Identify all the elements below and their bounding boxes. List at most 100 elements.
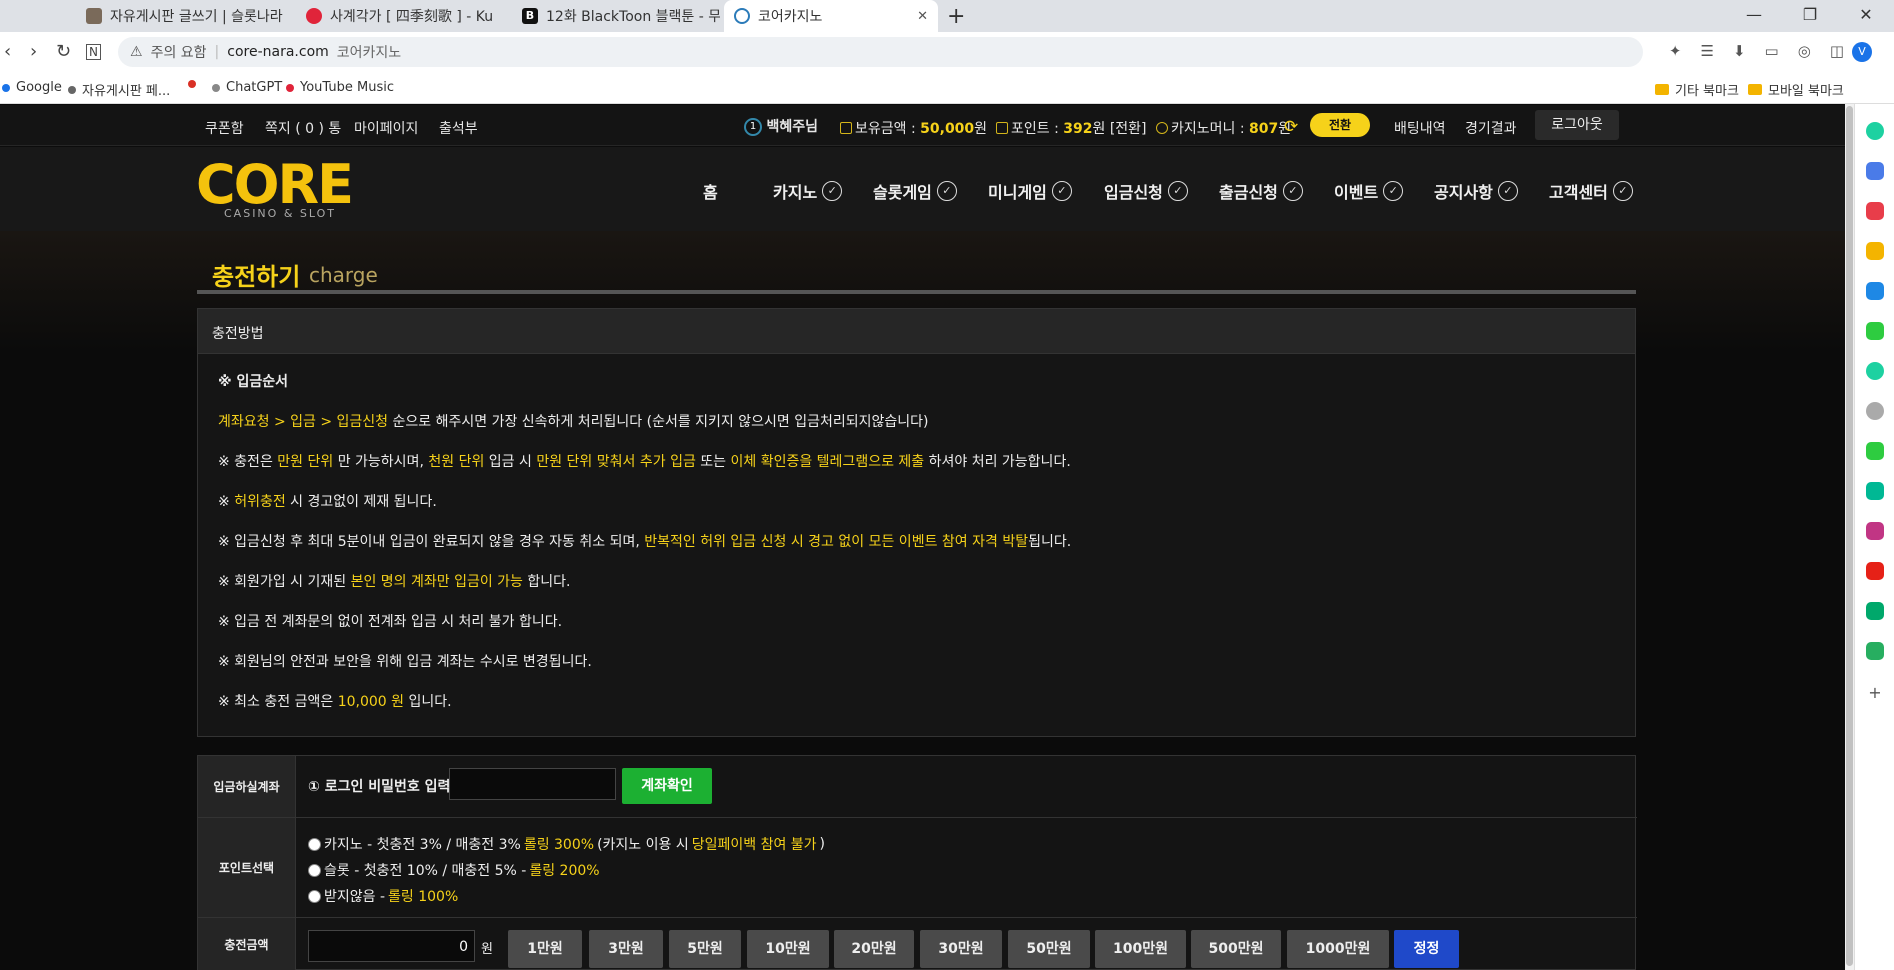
n-extension-icon[interactable]: N [86,44,101,60]
new-tab-button[interactable]: + [947,4,965,29]
tab-sagyegakga[interactable]: 사계각가 [ 四季刻歌 ] - Ku [296,0,506,32]
amount-10m-button[interactable]: 1000만원 [1287,930,1389,968]
music-icon[interactable] [1866,362,1884,380]
bookmark-folder-other[interactable]: 기타 북마크 [1655,80,1739,99]
point-display[interactable]: 포인트 : 392원 [전환] [996,118,1147,138]
youtube-icon[interactable] [1866,562,1884,580]
point-option-none[interactable]: 받지않음 - 롤링 100% [308,886,458,906]
red-dot-icon [188,80,196,88]
refresh-icon[interactable]: ⟳ [1284,117,1298,137]
wallet-icon[interactable] [1866,162,1884,180]
nav-minigame[interactable]: 미니게임 ✓ [988,179,1072,203]
nav-withdraw[interactable]: 출금신청 ✓ [1219,179,1303,203]
nav-notice[interactable]: 공지사항 ✓ [1434,179,1518,203]
radio-none[interactable] [308,889,321,903]
scroll-thumb[interactable] [1846,106,1853,966]
logout-button[interactable]: 로그아웃 [1535,110,1619,140]
amount-1m-button[interactable]: 100만원 [1095,930,1186,968]
amount-500k-button[interactable]: 50만원 [1008,930,1090,968]
point-option-slot[interactable]: 슬롯 - 첫충전 10% / 매충전 5% - 롤링 200% [308,860,600,880]
swap-button[interactable]: 전환 [1310,113,1370,137]
account-label: 입금하실계좌 [198,756,296,817]
radio-slot[interactable] [308,863,321,877]
minimize-icon[interactable]: — [1726,0,1782,32]
nav-deposit[interactable]: 입금신청 ✓ [1104,179,1188,203]
account-check-button[interactable]: 계좌확인 [622,768,712,804]
mypage-link[interactable]: 마이페이지 [354,118,418,138]
radio-casino[interactable] [308,837,321,851]
reload-icon[interactable]: ↻ [56,41,71,62]
amount-5m-button[interactable]: 500만원 [1191,930,1281,968]
forward-icon[interactable]: › [30,41,37,62]
point-row: 포인트선택 카지노 - 첫충전 3% / 매충전 3% 롤링 300% (카지노… [198,818,1637,918]
back-icon[interactable]: ‹ [4,41,11,62]
amount-50k-button[interactable]: 5만원 [669,930,741,968]
core-logo[interactable]: CORE CASINO & SLOT [196,153,366,221]
user-info: 1 백혜주님 [744,116,818,136]
bookmark-google[interactable]: Google [2,80,62,95]
charge-form: 입금하실계좌 ① 로그인 비밀번호 입력 계좌확인 포인트선택 카지노 - 첫충… [197,755,1637,970]
wallet-icon [840,122,852,134]
amount-200k-button[interactable]: 20만원 [834,930,914,968]
amount-100k-button[interactable]: 10만원 [747,930,829,968]
bookmark-folder-mobile[interactable]: 모바일 북마크 [1748,80,1844,99]
password-prompt: ① 로그인 비밀번호 입력 [308,779,451,795]
line-icon[interactable] [1866,322,1884,340]
site-favicon-icon [86,8,102,24]
main-nav: CORE CASINO & SLOT 홈 카지노 ✓ 슬롯게임 ✓ 미니게임 ✓ 입금… [0,147,1845,231]
point-option-casino[interactable]: 카지노 - 첫충전 3% / 매충전 3% 롤링 300% (카지노 이용 시 … [308,834,825,854]
nav-home[interactable]: 홈 [703,179,718,203]
download-icon[interactable]: ⬇ [1733,42,1746,60]
tab-blacktoon[interactable]: B 12화 BlackToon 블랙툰 - 무료 [512,0,720,32]
nav-support[interactable]: 고객센터 ✓ [1549,179,1633,203]
play-icon[interactable] [1866,482,1884,500]
stocks-icon[interactable] [1866,602,1884,620]
instagram-icon[interactable] [1866,522,1884,540]
page-scrollbar[interactable] [1845,104,1854,970]
close-icon[interactable]: ✕ [917,9,928,24]
check-circle-icon: ✓ [936,181,957,201]
profile-avatar[interactable]: V [1852,42,1872,62]
window-close-icon[interactable]: ✕ [1838,0,1894,32]
favorites-icon[interactable] [1866,242,1884,260]
tab-freeboard[interactable]: 자유게시판 글쓰기 | 슬롯나라 [76,0,290,32]
coupon-link[interactable]: 쿠폰함 [205,118,244,138]
check-circle-icon: ✓ [1497,181,1518,201]
bookmark-chatgpt[interactable]: ChatGPT [212,80,282,95]
amount-300k-button[interactable]: 30만원 [920,930,1002,968]
screenshot-icon[interactable]: ◎ [1798,42,1811,60]
copilot-icon[interactable] [1866,122,1884,140]
address-bar[interactable]: ⚠ 주의 요함 | core-nara.com 코어카지노 [118,37,1643,67]
deposit-order-title: ※ 입금순서 [218,374,289,390]
add-icon[interactable]: + [1866,684,1884,702]
amount-30k-button[interactable]: 3만원 [589,930,663,968]
restore-icon[interactable]: ❐ [1782,0,1838,32]
pocket-icon[interactable] [1866,202,1884,220]
results-link[interactable]: 경기결과 [1465,118,1517,138]
extensions-icon[interactable]: ✦ [1669,42,1682,60]
check-circle-icon: ✓ [1383,181,1404,201]
webtoon-icon[interactable] [1866,442,1884,460]
amount-input[interactable]: 0 [308,930,475,962]
tab-core-casino[interactable]: 코어카지노 ✕ [724,0,938,32]
nav-casino[interactable]: 카지노 ✓ [773,179,843,203]
password-input[interactable] [449,768,616,800]
bookmark-youtube-music[interactable]: YouTube Music [286,80,394,95]
reading-list-icon[interactable]: ☰ [1701,42,1714,60]
bet-history-link[interactable]: 배팅내역 [1394,118,1446,138]
amount-10k-button[interactable]: 1만원 [508,930,582,968]
charge-method-header: 충전방법 [198,309,1635,354]
message-link[interactable]: 쪽지 ( 0 ) 통 [265,118,341,138]
nav-slot[interactable]: 슬롯게임 ✓ [873,179,957,203]
bookmark-red-dot[interactable] [188,80,196,88]
edge-icon[interactable] [1866,282,1884,300]
correct-button[interactable]: 정정 [1394,930,1459,968]
split-view-icon[interactable]: ◫ [1830,42,1844,60]
attendance-link[interactable]: 출석부 [439,118,478,138]
nav-event[interactable]: 이벤트 ✓ [1334,179,1404,203]
android-icon[interactable] [1866,642,1884,660]
bookmark-freeboard[interactable]: 자유게시판 페... [68,80,170,99]
character-icon[interactable] [1866,402,1884,420]
page-title-bar: 충전하기 charge [197,257,1636,294]
cast-icon[interactable]: ▭ [1765,42,1779,60]
